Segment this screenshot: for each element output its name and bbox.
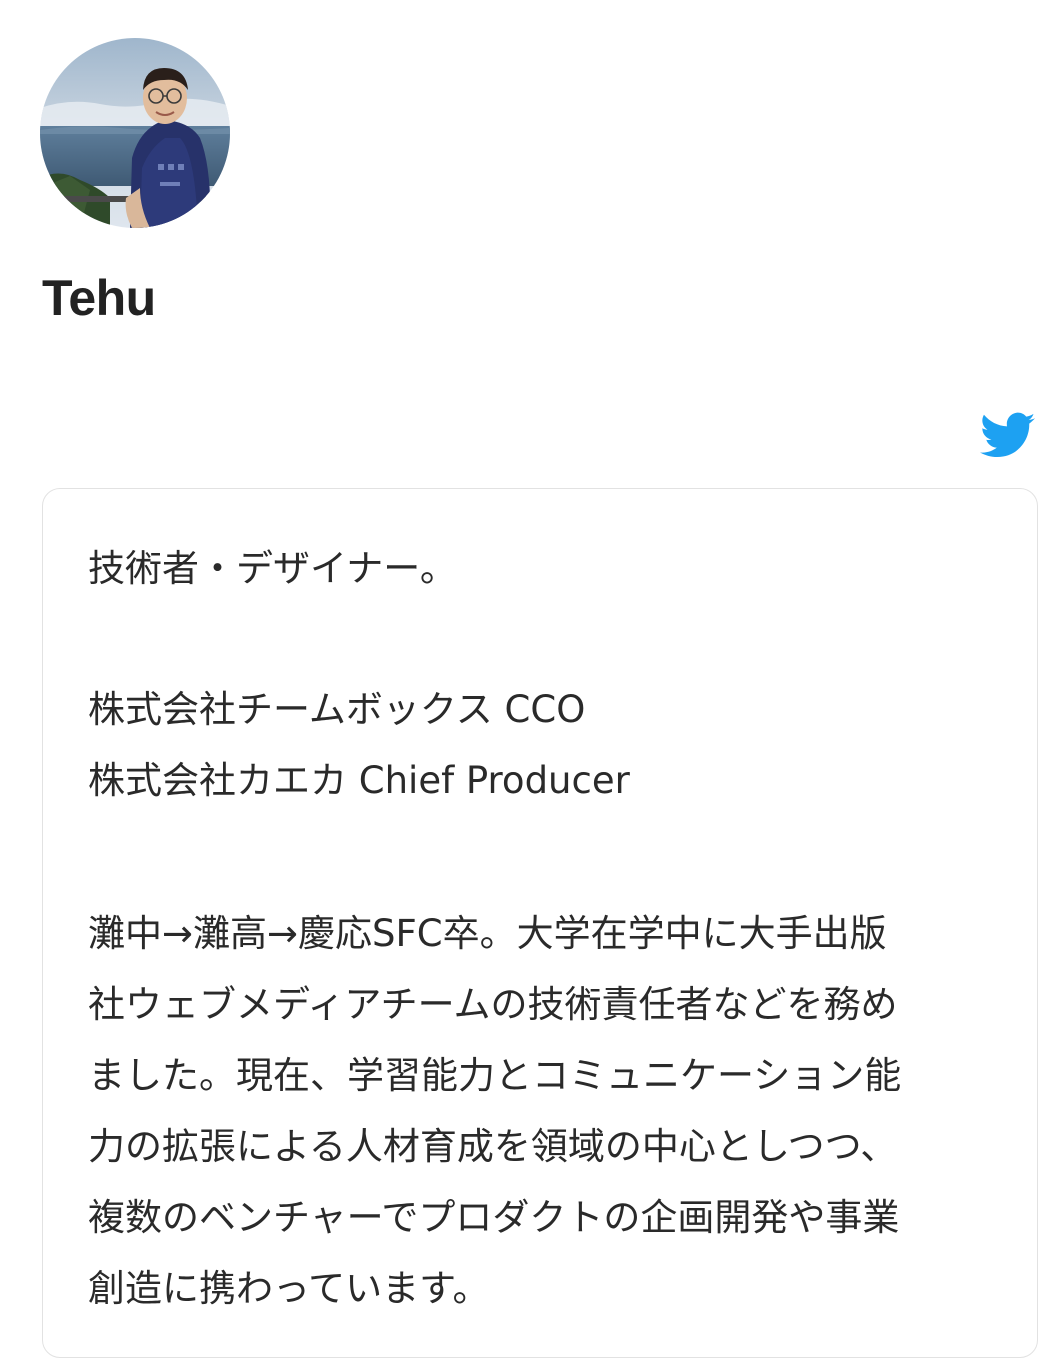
bio-history-line: 複数のベンチャーでプロダクトの企画開発や事業: [88, 1196, 900, 1239]
bio-text: 技術者・デザイナー。 株式会社チームボックス CCO 株式会社カエカ Chief…: [88, 533, 988, 1324]
profile-avatar[interactable]: [40, 38, 230, 228]
twitter-link[interactable]: [980, 410, 1036, 462]
profile-name: Tehu: [42, 270, 156, 326]
bio-history-line: 社ウェブメディアチームの技術責任者などを務め: [88, 983, 898, 1026]
bio-role-line: 株式会社チームボックス CCO: [88, 688, 586, 731]
bio-card: 技術者・デザイナー。 株式会社チームボックス CCO 株式会社カエカ Chief…: [42, 488, 1038, 1358]
bio-history-line: 力の拡張による人材育成を領域の中心としつつ、: [88, 1125, 898, 1168]
twitter-bird-icon: [980, 412, 1036, 457]
bio-history-line: ました。現在、学習能力とコミュニケーション能: [88, 1054, 902, 1097]
avatar-photo: [40, 38, 230, 228]
bio-role-line: 株式会社カエカ Chief Producer: [88, 759, 630, 802]
bio-history-line: 灘中→灘高→慶応SFC卒。大学在学中に大手出版: [88, 912, 887, 955]
bio-intro: 技術者・デザイナー。: [88, 547, 457, 590]
bio-history-line: 創造に携わっています。: [88, 1267, 490, 1310]
